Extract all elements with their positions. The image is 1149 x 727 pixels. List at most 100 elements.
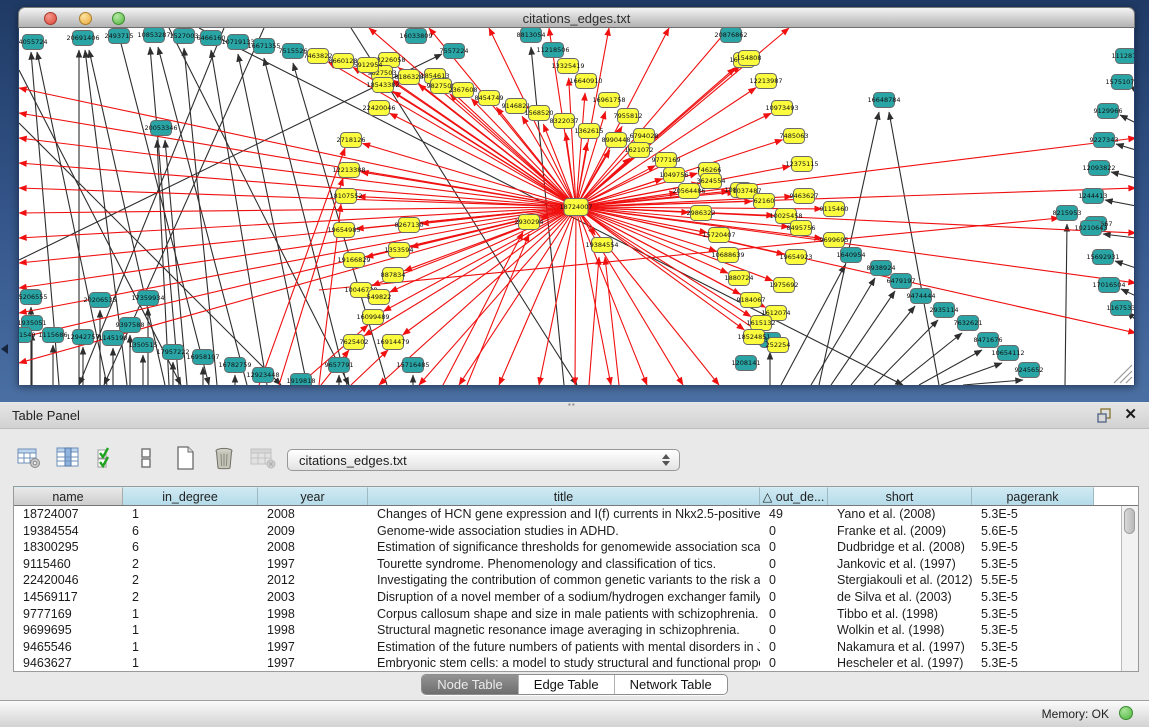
table-cell[interactable]: 5.3E-5 (972, 589, 1094, 606)
graph-edge[interactable] (403, 207, 576, 335)
close-panel-icon[interactable]: ✕ (1124, 405, 1137, 423)
table-cell[interactable]: Genome-wide association studies in ADHD. (368, 523, 760, 540)
table-row[interactable]: 946362711997Embryonic stem cells: a mode… (14, 655, 1138, 672)
graph-node[interactable]: 20876862 (714, 28, 747, 43)
table-cell[interactable]: 0 (760, 539, 828, 556)
graph-node[interactable]: 2718126 (337, 133, 366, 148)
graph-node[interactable]: 15716485 (396, 358, 429, 373)
splitter-grip-icon[interactable]: ▪▪ (568, 400, 578, 406)
graph-edge[interactable] (238, 54, 307, 385)
table-row[interactable]: 2242004622012Investigating the contribut… (14, 572, 1138, 589)
table-row[interactable]: 1830029562008Estimation of significance … (14, 539, 1138, 556)
graph-edge[interactable] (1116, 144, 1135, 150)
table-cell[interactable]: 1998 (258, 622, 368, 639)
graph-node[interactable]: 18107552 (329, 189, 362, 204)
graph-node[interactable]: 17016504 (1092, 278, 1125, 293)
memory-status-icon[interactable] (1119, 706, 1133, 720)
graph-edge[interactable] (1111, 172, 1135, 178)
table-cell[interactable]: Investigating the contribution of common… (368, 572, 760, 589)
table-cell[interactable]: 5.3E-5 (972, 506, 1094, 523)
table-cell[interactable]: Embryonic stem cells: a model to study s… (368, 655, 760, 672)
table-cell[interactable]: 2 (123, 589, 258, 606)
graph-node[interactable]: 12923448 (246, 368, 279, 383)
graph-node[interactable]: 9184067 (737, 293, 766, 308)
graph-node[interactable]: 1640954 (837, 248, 866, 263)
graph-node[interactable]: 15692931 (1086, 250, 1119, 265)
graph-edge[interactable] (1115, 261, 1135, 268)
graph-node[interactable]: 2986322 (687, 206, 716, 221)
table-cell[interactable]: 1997 (258, 556, 368, 573)
graph-edge[interactable] (184, 48, 217, 385)
table-cell[interactable]: 5.3E-5 (972, 606, 1094, 623)
table-cell[interactable]: 9463627 (14, 655, 123, 672)
graph-node[interactable]: 20691406 (66, 31, 99, 46)
graph-edge[interactable] (576, 207, 683, 385)
table-cell[interactable]: Corpus callosum shape and size in male p… (368, 606, 760, 623)
graph-edge[interactable] (811, 278, 875, 385)
graph-node[interactable]: 16033809 (399, 29, 432, 44)
graph-edge[interactable] (467, 234, 529, 385)
table-cell[interactable]: 5.5E-5 (972, 572, 1094, 589)
table-cell[interactable]: 2009 (258, 523, 368, 540)
graph-edge[interactable] (499, 207, 576, 385)
graph-edge[interactable] (19, 163, 576, 207)
graph-node[interactable]: 2493715 (105, 29, 134, 44)
graph-node[interactable]: 1527003 (170, 29, 199, 44)
table-cell[interactable]: 9699695 (14, 622, 123, 639)
graph-edge[interactable] (259, 148, 345, 385)
graph-node[interactable]: 1353594 (385, 243, 414, 258)
table-cell[interactable]: 5.3E-5 (972, 622, 1094, 639)
tab-node-table[interactable]: Node Table (422, 675, 518, 694)
graph-node[interactable]: 1167533 (1107, 301, 1135, 316)
table-cell[interactable]: 9465546 (14, 639, 123, 656)
table-cell[interactable]: 0 (760, 589, 828, 606)
table-row[interactable]: 1938455462009Genome-wide association stu… (14, 523, 1138, 540)
graph-node[interactable]: 7955812 (614, 109, 643, 124)
graph-node[interactable]: 6794028 (630, 129, 659, 144)
graph-node[interactable]: 5912954 (354, 58, 383, 73)
graph-node[interactable]: 8215953 (1053, 206, 1082, 221)
graph-node[interactable]: 1880724 (725, 271, 754, 286)
table-cell[interactable]: 0 (760, 655, 828, 672)
graph-node[interactable]: 9245652 (1015, 363, 1044, 378)
graph-node[interactable]: 16099489 (356, 310, 389, 325)
table-cell[interactable]: Nakamura et al. (1997) (828, 639, 972, 656)
table-cell[interactable]: 2012 (258, 572, 368, 589)
graph-node[interactable]: 1621072 (625, 143, 654, 158)
graph-node[interactable]: 8471676 (974, 333, 1003, 348)
graph-node[interactable]: 4055724 (19, 35, 47, 50)
network-window-titlebar[interactable]: citations_edges.txt (18, 7, 1135, 28)
table-cell[interactable]: de Silva et al. (2003) (828, 589, 972, 606)
table-cell[interactable]: Hescheler et al. (1997) (828, 655, 972, 672)
graph-edge[interactable] (941, 363, 1002, 385)
graph-edge[interactable] (897, 333, 962, 385)
graph-node[interactable]: 16914479 (376, 335, 409, 350)
graph-edge[interactable] (576, 93, 585, 207)
table-cell[interactable]: 1 (123, 606, 258, 623)
table-row[interactable]: 946554611997Estimation of the future num… (14, 639, 1138, 656)
graph-node[interactable]: 9699695 (820, 233, 849, 248)
table-cell[interactable]: 49 (760, 506, 828, 523)
table-cell[interactable]: Yano et al. (2008) (828, 506, 972, 523)
graph-node[interactable]: 20053346 (144, 121, 177, 136)
table-cell[interactable]: 2008 (258, 506, 368, 523)
graph-node[interactable]: 12213388 (332, 163, 365, 178)
graph-node[interactable]: 15751074 (1105, 75, 1135, 90)
graph-node[interactable]: 1115686 (39, 328, 68, 343)
table-cell[interactable]: 19384554 (14, 523, 123, 540)
table-cell[interactable]: 1998 (258, 606, 368, 623)
table-cell[interactable]: Wolkin et al. (1998) (828, 622, 972, 639)
graph-node[interactable]: 9777169 (652, 153, 681, 168)
table-cell[interactable]: 22420046 (14, 572, 123, 589)
graph-node[interactable]: 887834 (381, 268, 406, 283)
table-cell[interactable]: 0 (760, 523, 828, 540)
table-cell[interactable]: 2 (123, 572, 258, 589)
graph-node[interactable]: 549822 (367, 290, 392, 305)
column-header-pagerank[interactable]: pagerank (972, 487, 1094, 505)
table-cell[interactable]: 18724007 (14, 506, 123, 523)
graph-edge[interactable] (443, 232, 523, 385)
graph-node[interactable]: 7485063 (780, 129, 809, 144)
graph-node[interactable]: 16640910 (569, 74, 602, 89)
table-cell[interactable]: 1 (123, 655, 258, 672)
table-cell[interactable]: Jankovic et al. (1997) (828, 556, 972, 573)
